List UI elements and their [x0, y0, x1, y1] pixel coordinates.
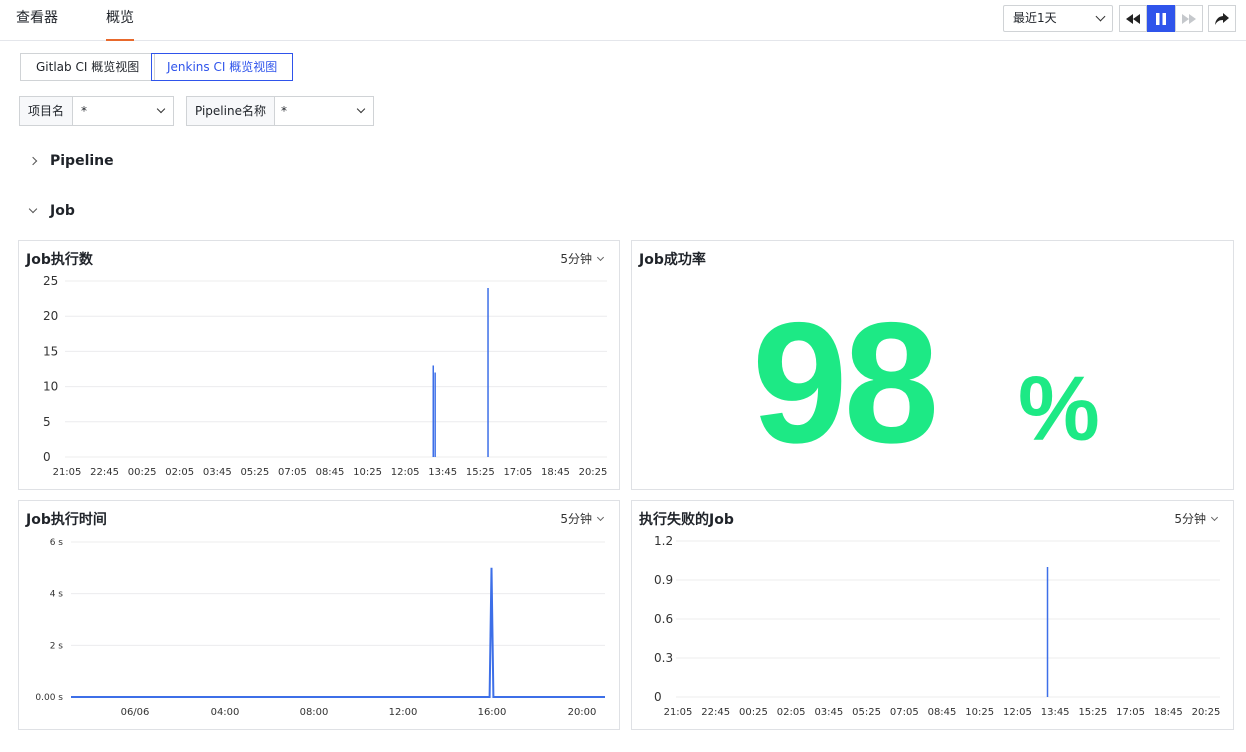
project-filter-value: * [81, 104, 87, 118]
chevron-down-icon [1095, 11, 1106, 22]
x-tick-label: 03:45 [203, 467, 232, 478]
pause-icon [1156, 12, 1166, 25]
x-tick-label: 22:45 [90, 467, 119, 478]
panel-job-duration: Job执行时间 5分钟 0.00 s2 s4 s6 s 06/06 04:00 08:… [18, 500, 620, 730]
x-tick-label: 12:05 [391, 467, 420, 478]
project-filter-label: 项目名 [20, 97, 74, 125]
section-pipeline[interactable]: Pipeline [28, 153, 114, 169]
y-tick-label: 0 [654, 690, 662, 704]
y-tick-label: 0.9 [654, 573, 673, 587]
x-tick-label: 12:05 [1003, 707, 1032, 718]
x-tick-label: 18:45 [541, 467, 570, 478]
y-tick-label: 5 [43, 415, 51, 429]
x-tick-label: 07:05 [278, 467, 307, 478]
y-tick-label: 0.00 s [35, 693, 63, 703]
x-tick-label: 15:25 [1078, 707, 1107, 718]
rewind-button[interactable] [1119, 5, 1147, 32]
x-tick-label: 20:00 [568, 707, 597, 718]
y-tick-label: 0.3 [654, 651, 673, 665]
x-tick-label: 07:05 [890, 707, 919, 718]
x-tick-label: 17:05 [1116, 707, 1145, 718]
x-tick-label: 05:25 [240, 467, 269, 478]
success-rate-unit: % [1018, 358, 1100, 460]
chart-failed-jobs: 0 0.3 0.6 0.9 1.2 21:05 22:45 00:25 02:05 03:45 05… [654, 534, 1221, 718]
pause-button[interactable] [1147, 5, 1175, 32]
x-tick-label: 05:25 [852, 707, 881, 718]
x-tick-label: 02:05 [777, 707, 806, 718]
project-filter[interactable]: 项目名 * [19, 96, 174, 126]
x-tick-label: 16:00 [478, 707, 507, 718]
x-tick-label: 20:25 [579, 467, 608, 478]
rewind-icon [1126, 13, 1140, 24]
pipeline-filter-value: * [281, 104, 287, 118]
x-tick-label: 02:05 [165, 467, 194, 478]
x-tick-label: 18:45 [1154, 707, 1183, 718]
time-range-select[interactable]: 最近1天 [1003, 5, 1113, 32]
section-pipeline-label: Pipeline [50, 153, 114, 169]
tab-overview[interactable]: 概览 [106, 0, 134, 41]
view-jenkins-ci[interactable]: Jenkins CI 概览视图 [151, 53, 294, 81]
x-tick-label: 00:25 [128, 467, 157, 478]
chart-job-count: 0 5 10 15 20 25 21:05 22:45 00:25 02:05 03:45 05:25… [43, 274, 608, 478]
tab-viewer[interactable]: 查看器 [16, 0, 58, 41]
y-tick-label: 10 [43, 380, 58, 394]
x-tick-label: 15:25 [466, 467, 495, 478]
panel-job-count: Job执行数 5分钟 0 5 10 15 20 25 21:05 22:45 00:25 02:0… [18, 240, 620, 490]
panel-failed-jobs: 执行失败的Job 5分钟 0 0.3 0.6 0.9 1.2 21:05 22:45 00:2… [631, 500, 1234, 730]
series-line [71, 567, 605, 698]
x-tick-label: 08:45 [928, 707, 957, 718]
share-icon [1215, 12, 1229, 25]
x-tick-label: 03:45 [814, 707, 843, 718]
chart-job-duration: 0.00 s 2 s 4 s 6 s 06/06 04:00 08:00 12:00 16:00… [35, 538, 605, 718]
fast-forward-button[interactable] [1175, 5, 1203, 32]
top-bar: 查看器 概览 最近1天 [0, 0, 1246, 41]
section-job-label: Job [50, 203, 75, 219]
chevron-down-icon [156, 104, 166, 114]
y-tick-label: 1.2 [654, 534, 673, 548]
section-job[interactable]: Job [28, 203, 75, 219]
y-tick-label: 2 s [50, 641, 64, 651]
x-tick-label: 10:25 [353, 467, 382, 478]
view-gitlab-ci[interactable]: Gitlab CI 概览视图 [20, 53, 156, 81]
success-rate-value: 98 [752, 287, 939, 479]
y-tick-label: 15 [43, 344, 58, 358]
chevron-down-icon [356, 104, 366, 114]
chevron-down-icon [28, 204, 38, 214]
y-tick-label: 0 [43, 450, 51, 464]
panel-title: Job成功率 [639, 252, 706, 268]
panel-success-rate: Job成功率 98 % [631, 240, 1234, 490]
x-tick-label: 20:25 [1192, 707, 1221, 718]
time-range-value: 最近1天 [1013, 11, 1057, 25]
x-tick-label: 22:45 [701, 707, 730, 718]
chevron-right-icon [28, 156, 38, 166]
x-tick-label: 08:45 [316, 467, 345, 478]
x-tick-label: 21:05 [664, 707, 693, 718]
x-tick-label: 12:00 [389, 707, 418, 718]
x-tick-label: 13:45 [1041, 707, 1070, 718]
x-tick-label: 21:05 [53, 467, 82, 478]
share-button[interactable] [1208, 5, 1236, 32]
y-tick-label: 25 [43, 274, 58, 288]
y-tick-label: 20 [43, 309, 58, 323]
y-tick-label: 4 s [50, 590, 64, 600]
x-tick-label: 10:25 [965, 707, 994, 718]
x-tick-label: 17:05 [503, 467, 532, 478]
fast-forward-icon [1182, 13, 1196, 24]
x-tick-label: 13:45 [428, 467, 457, 478]
y-tick-label: 0.6 [654, 612, 673, 626]
x-tick-label: 06/06 [121, 707, 150, 718]
pipeline-filter-label: Pipeline名称 [187, 97, 275, 125]
pipeline-filter[interactable]: Pipeline名称 * [186, 96, 374, 126]
y-tick-label: 6 s [50, 538, 64, 548]
x-tick-label: 00:25 [739, 707, 768, 718]
x-tick-label: 08:00 [300, 707, 329, 718]
x-tick-label: 04:00 [211, 707, 240, 718]
